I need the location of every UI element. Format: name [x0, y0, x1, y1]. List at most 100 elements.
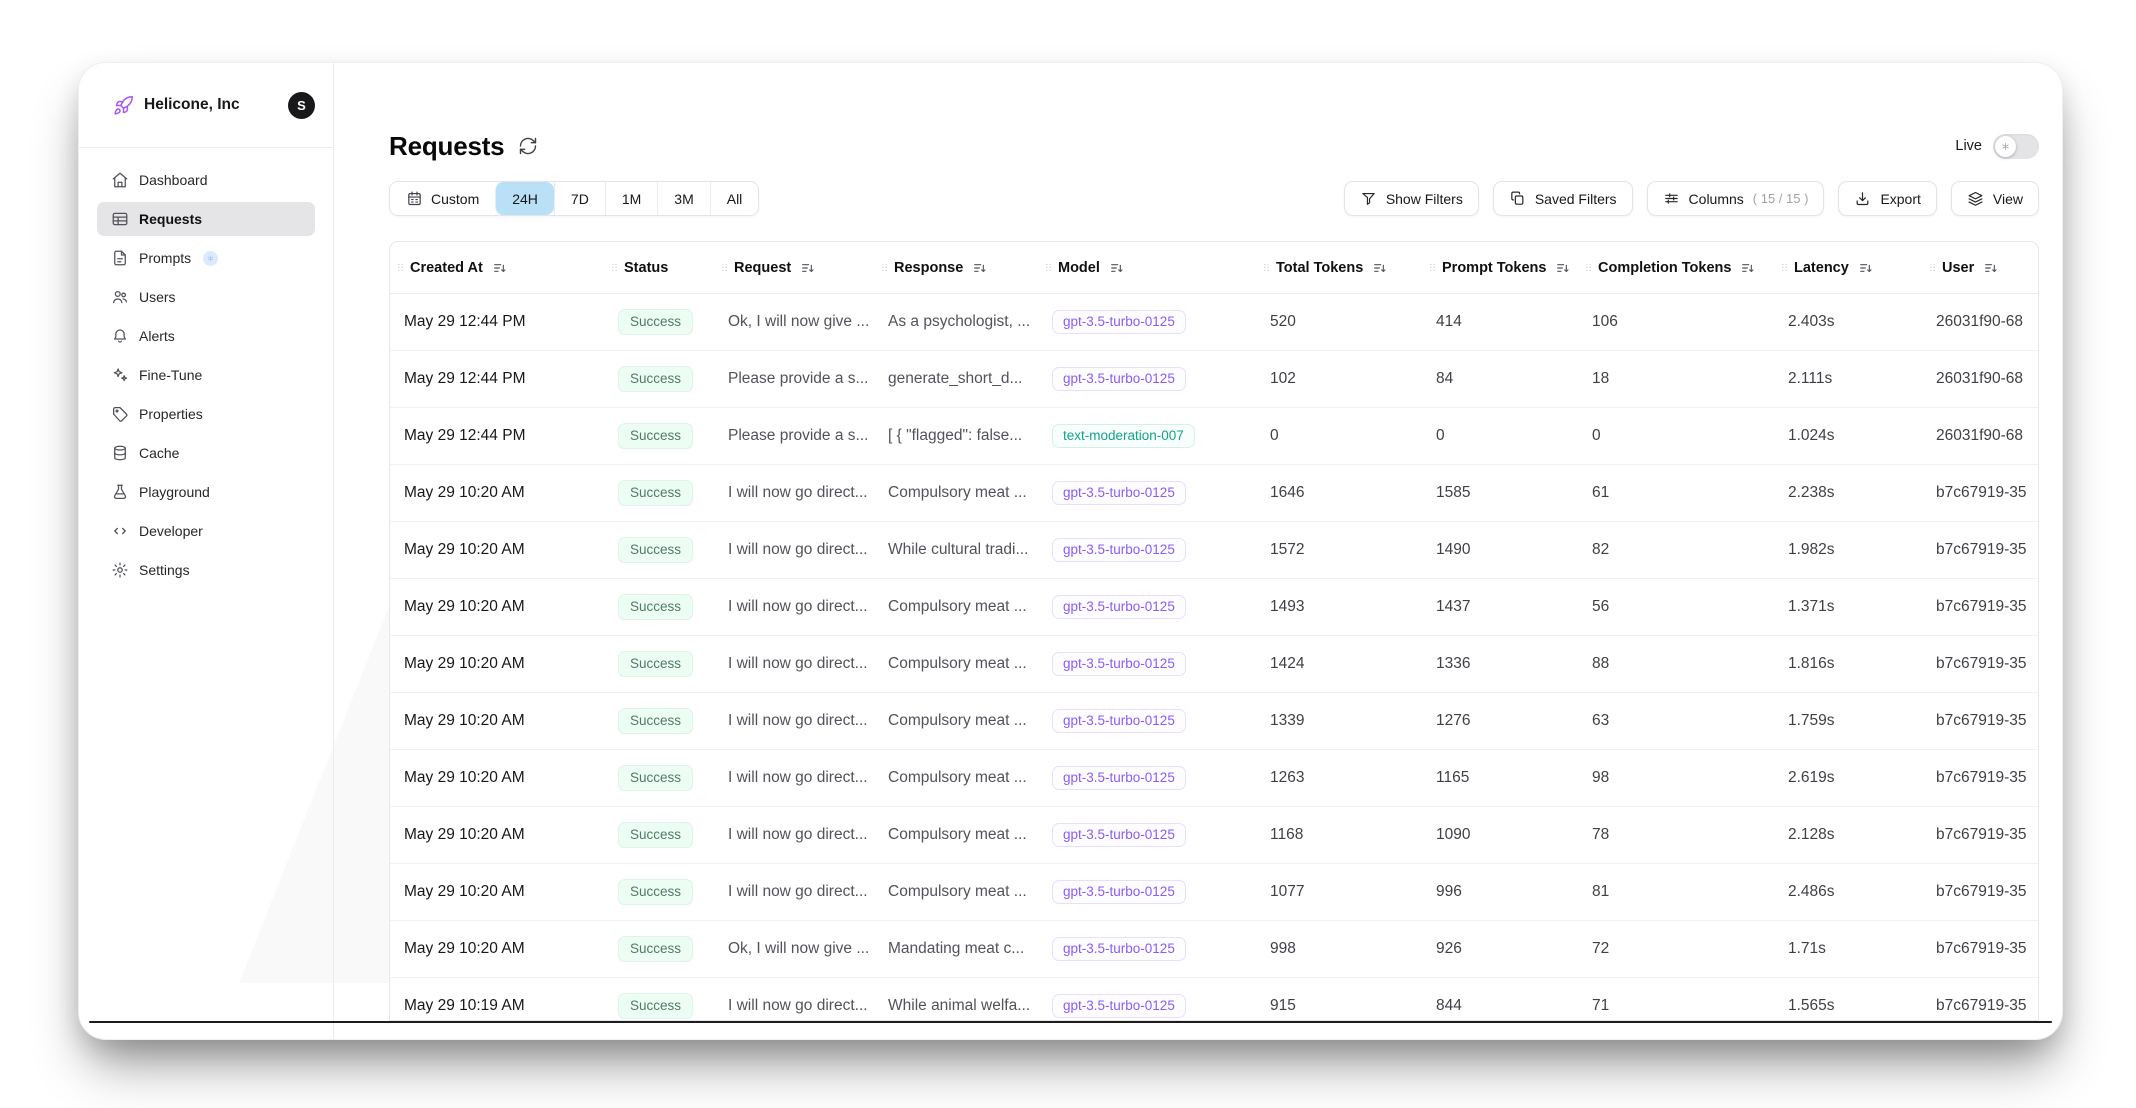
- tag-icon: [111, 405, 129, 423]
- sidebar-item-requests[interactable]: Requests: [97, 202, 315, 236]
- request-row[interactable]: May 29 10:20 AMSuccessI will now go dire…: [390, 636, 2038, 693]
- sort-desc-icon: [800, 260, 816, 276]
- status-badge: Success: [618, 480, 693, 507]
- sidebar-item-settings[interactable]: Settings: [97, 553, 315, 587]
- sidebar-item-fine-tune[interactable]: Fine-Tune: [97, 358, 315, 392]
- column-header-prompt-tokens[interactable]: Prompt Tokens: [1422, 260, 1578, 276]
- window-bottom-edge: [89, 1021, 2052, 1023]
- columns-button[interactable]: Columns( 15 / 15 ): [1647, 181, 1825, 216]
- request-row[interactable]: May 29 10:19 AMSuccessI will now go dire…: [390, 978, 2038, 1021]
- sidebar-item-label: Developer: [139, 523, 203, 539]
- sidebar-item-properties[interactable]: Properties: [97, 397, 315, 431]
- cell-latency: 1.982s: [1774, 541, 1922, 559]
- time-range-custom[interactable]: Custom: [390, 182, 495, 215]
- status-badge: Success: [618, 879, 693, 906]
- cell-request: I will now go direct...: [714, 712, 874, 730]
- model-badge: text-moderation-007: [1052, 424, 1195, 449]
- sidebar-item-developer[interactable]: Developer: [97, 514, 315, 548]
- time-range-all[interactable]: All: [710, 182, 759, 215]
- model-badge: gpt-3.5-turbo-0125: [1052, 595, 1186, 620]
- model-badge: gpt-3.5-turbo-0125: [1052, 880, 1186, 905]
- sidebar-item-label: Settings: [139, 562, 190, 578]
- toolbar: Custom24H7D1M3MAll Show Filters Saved Fil…: [389, 181, 2039, 216]
- org-switcher[interactable]: Helicone, Inc S: [97, 63, 315, 147]
- cell-status: Success: [604, 480, 714, 507]
- cell-model: gpt-3.5-turbo-0125: [1038, 595, 1256, 620]
- cell-total-tokens: 1646: [1256, 484, 1422, 502]
- cell-latency: 2.486s: [1774, 883, 1922, 901]
- export-button[interactable]: Export: [1838, 181, 1936, 216]
- cell-response: generate_short_d...: [874, 370, 1038, 388]
- sidebar-item-label: Properties: [139, 406, 203, 422]
- column-header-model[interactable]: Model: [1038, 260, 1256, 276]
- time-range-1m[interactable]: 1M: [605, 182, 657, 215]
- column-header-label: Status: [624, 260, 668, 276]
- request-row[interactable]: May 29 10:20 AMSuccessI will now go dire…: [390, 693, 2038, 750]
- cell-user: b7c67919-35: [1922, 712, 2038, 730]
- column-header-label: Prompt Tokens: [1442, 260, 1546, 276]
- column-header-status[interactable]: Status: [604, 260, 714, 276]
- column-header-user[interactable]: User: [1922, 260, 2038, 276]
- live-toggle[interactable]: [1993, 134, 2039, 159]
- request-row[interactable]: May 29 10:20 AMSuccessI will now go dire…: [390, 864, 2038, 921]
- saved-filters-button[interactable]: Saved Filters: [1493, 181, 1633, 216]
- cell-prompt-tokens: 926: [1422, 940, 1578, 958]
- sidebar-item-cache[interactable]: Cache: [97, 436, 315, 470]
- cell-latency: 1.565s: [1774, 997, 1922, 1015]
- request-row[interactable]: May 29 12:44 PMSuccessOk, I will now giv…: [390, 294, 2038, 351]
- sidebar-item-dashboard[interactable]: Dashboard: [97, 163, 315, 197]
- action-button-label: Show Filters: [1386, 191, 1463, 207]
- column-header-created-at[interactable]: Created At: [390, 260, 604, 276]
- time-range-7d[interactable]: 7D: [554, 182, 605, 215]
- cell-completion-tokens: 56: [1578, 598, 1774, 616]
- cell-request: Please provide a s...: [714, 427, 874, 445]
- column-header-response[interactable]: Response: [874, 260, 1038, 276]
- request-row[interactable]: May 29 10:20 AMSuccessI will now go dire…: [390, 807, 2038, 864]
- home-icon: [111, 171, 129, 189]
- column-header-label: Response: [894, 260, 963, 276]
- request-row[interactable]: May 29 10:20 AMSuccessI will now go dire…: [390, 579, 2038, 636]
- request-row[interactable]: May 29 12:44 PMSuccessPlease provide a s…: [390, 408, 2038, 465]
- cell-latency: 2.111s: [1774, 370, 1922, 388]
- cell-status: Success: [604, 651, 714, 678]
- column-header-latency[interactable]: Latency: [1774, 260, 1922, 276]
- requests-table: Created At Status Request Response ModelTota…: [389, 241, 2039, 1021]
- status-badge: Success: [618, 423, 693, 450]
- cell-user: 26031f90-68: [1922, 427, 2038, 445]
- sidebar-item-playground[interactable]: Playground: [97, 475, 315, 509]
- sidebar-item-prompts[interactable]: Prompts: [97, 241, 315, 275]
- cell-model: gpt-3.5-turbo-0125: [1038, 880, 1256, 905]
- request-row[interactable]: May 29 10:20 AMSuccessI will now go dire…: [390, 465, 2038, 522]
- cell-user: 26031f90-68: [1922, 313, 2038, 331]
- show-filters-button[interactable]: Show Filters: [1344, 181, 1479, 216]
- time-range-24h[interactable]: 24H: [495, 182, 554, 215]
- request-row[interactable]: May 29 10:20 AMSuccessI will now go dire…: [390, 750, 2038, 807]
- column-header-completion-tokens[interactable]: Completion Tokens: [1578, 260, 1774, 276]
- column-header-request[interactable]: Request: [714, 260, 874, 276]
- sidebar-item-users[interactable]: Users: [97, 280, 315, 314]
- cell-total-tokens: 915: [1256, 997, 1422, 1015]
- cell-response: As a psychologist, ...: [874, 313, 1038, 331]
- sort-desc-icon: [1858, 260, 1874, 276]
- user-avatar[interactable]: S: [288, 92, 315, 119]
- live-control: Live: [1955, 134, 2039, 159]
- cell-response: Compulsory meat ...: [874, 484, 1038, 502]
- sidebar-item-alerts[interactable]: Alerts: [97, 319, 315, 353]
- request-row[interactable]: May 29 12:44 PMSuccessPlease provide a s…: [390, 351, 2038, 408]
- model-badge: gpt-3.5-turbo-0125: [1052, 994, 1186, 1019]
- actions-group: Show Filters Saved Filters Columns( 15 / 1…: [1344, 181, 2039, 216]
- cell-total-tokens: 1263: [1256, 769, 1422, 787]
- time-range-3m[interactable]: 3M: [657, 182, 709, 215]
- column-header-total-tokens[interactable]: Total Tokens: [1256, 260, 1422, 276]
- cell-user: b7c67919-35: [1922, 484, 2038, 502]
- cell-model: gpt-3.5-turbo-0125: [1038, 367, 1256, 392]
- request-row[interactable]: May 29 10:20 AMSuccessOk, I will now giv…: [390, 921, 2038, 978]
- cell-status: Success: [604, 537, 714, 564]
- view-button[interactable]: View: [1951, 181, 2039, 216]
- request-row[interactable]: May 29 10:20 AMSuccessI will now go dire…: [390, 522, 2038, 579]
- sidebar-item-label: Dashboard: [139, 172, 208, 188]
- columns-count: ( 15 / 15 ): [1753, 191, 1809, 206]
- cell-created-at: May 29 10:19 AM: [390, 997, 604, 1015]
- refresh-button[interactable]: [518, 136, 538, 156]
- bell-icon: [111, 327, 129, 345]
